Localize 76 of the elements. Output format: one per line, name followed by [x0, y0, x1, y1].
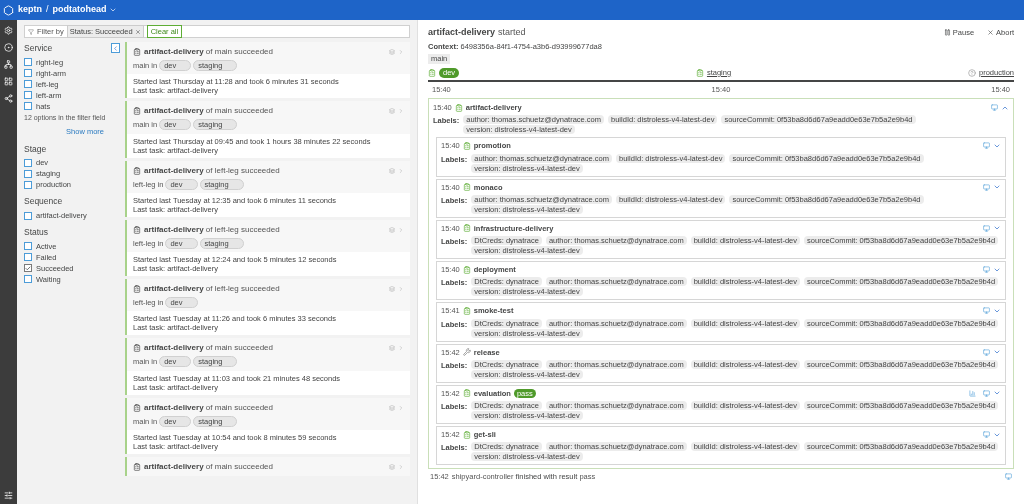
share-icon[interactable] — [4, 94, 13, 103]
checkbox[interactable] — [24, 69, 32, 78]
filter-group-title: Service — [24, 42, 54, 55]
monitor-icon[interactable] — [983, 183, 990, 191]
circle-icon[interactable] — [4, 43, 13, 52]
clipboard-icon — [133, 462, 141, 471]
monitor-icon[interactable] — [983, 348, 990, 356]
remove-icon[interactable] — [134, 28, 141, 35]
brand-name[interactable]: keptn — [18, 3, 42, 17]
checkbox[interactable] — [24, 180, 32, 189]
clipboard-icon — [428, 68, 436, 77]
clipboard-icon — [695, 68, 704, 77]
sequence-status: started — [498, 26, 526, 39]
sequence-title: artifact-delivery of main succeeded — [144, 460, 273, 473]
clipboard-icon — [462, 306, 471, 315]
clipboard-icon — [133, 107, 141, 116]
clipboard-icon — [133, 48, 141, 56]
checkbox[interactable] — [24, 80, 32, 89]
clipboard-icon — [462, 389, 471, 398]
clipboard-icon — [462, 141, 471, 150]
monitor-icon[interactable] — [983, 266, 990, 274]
chart-icon[interactable] — [969, 389, 976, 397]
checkbox[interactable] — [24, 253, 32, 262]
logo-icon — [3, 4, 14, 16]
sequence-title: artifact-delivery of main succeeded — [144, 46, 273, 58]
filter-group-title: Stage — [24, 142, 48, 156]
checkbox[interactable] — [24, 264, 32, 273]
breadcrumb-separator: / — [46, 3, 49, 17]
check-icon — [25, 264, 31, 272]
caret-icon — [108, 6, 117, 14]
sequence-title: artifact-delivery — [428, 26, 496, 39]
monitor-icon[interactable] — [1005, 473, 1012, 481]
monitor-icon[interactable] — [991, 104, 998, 112]
clipboard-icon — [133, 166, 141, 175]
sequence-title: artifact-delivery of main succeeded — [144, 401, 273, 414]
sequence-title: artifact-delivery of main succeeded — [144, 105, 273, 118]
monitor-icon[interactable] — [983, 142, 990, 150]
wrench-icon — [462, 348, 471, 357]
filter-group-title: Sequence — [24, 195, 64, 208]
close-icon — [987, 29, 995, 37]
chevron-left-icon — [112, 44, 119, 52]
collapse-sidebar-button[interactable] — [111, 43, 120, 53]
network-icon[interactable] — [4, 60, 13, 69]
clipboard-icon — [133, 344, 141, 353]
clipboard-icon — [462, 265, 471, 274]
grid-icon[interactable] — [4, 77, 13, 86]
monitor-icon[interactable] — [983, 307, 990, 315]
checkbox[interactable] — [24, 275, 32, 284]
sequence-title: artifact-delivery of left-leg succeeded — [144, 164, 280, 177]
checkbox[interactable] — [24, 91, 32, 100]
checkbox[interactable] — [24, 211, 32, 220]
checkbox[interactable] — [24, 158, 32, 167]
help-icon — [967, 68, 976, 77]
sliders-icon[interactable] — [4, 491, 13, 500]
pause-icon — [943, 29, 951, 37]
sequence-title: artifact-delivery of left-leg succeeded — [144, 283, 280, 295]
checkbox[interactable] — [24, 102, 32, 111]
clipboard-icon — [462, 183, 471, 192]
monitor-icon[interactable] — [983, 224, 990, 232]
clipboard-icon — [462, 224, 471, 233]
checkbox[interactable] — [24, 169, 32, 178]
project-selector[interactable]: podtatohead — [52, 3, 117, 17]
monitor-icon[interactable] — [983, 389, 990, 397]
clipboard-icon — [133, 225, 141, 234]
filter-group-title: Status — [24, 226, 50, 239]
clipboard-icon — [462, 430, 471, 439]
checkbox[interactable] — [24, 58, 32, 67]
checkbox[interactable] — [24, 242, 32, 251]
monitor-icon[interactable] — [983, 431, 990, 439]
clipboard-icon — [454, 103, 463, 112]
sequence-title: artifact-delivery of left-leg succeeded — [144, 223, 280, 236]
gear-icon[interactable] — [4, 26, 13, 35]
sequence-title: artifact-delivery of main succeeded — [144, 342, 273, 355]
clipboard-icon — [133, 285, 141, 293]
clipboard-icon — [133, 403, 141, 412]
filter-icon — [28, 28, 34, 35]
